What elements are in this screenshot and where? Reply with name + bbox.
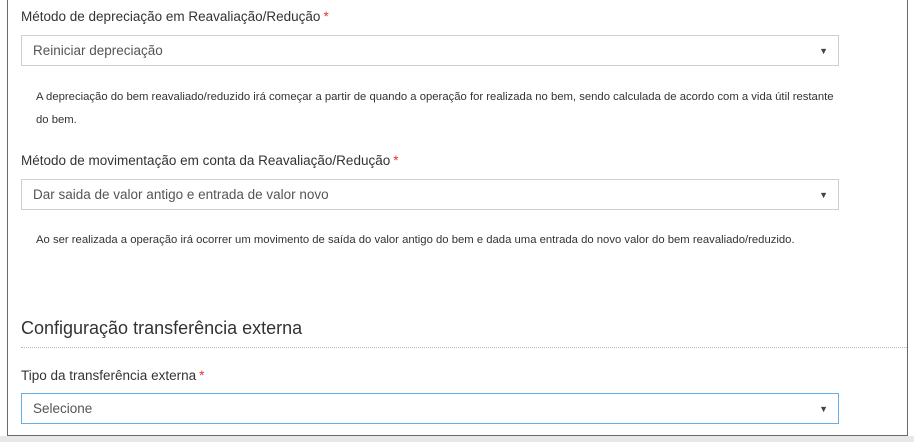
depreciation-method-label: Método de depreciação em Reavaliação/Red… — [21, 9, 329, 24]
required-asterisk: * — [393, 153, 399, 168]
external-transfer-type-value: Selecione — [33, 401, 93, 416]
required-asterisk: * — [199, 368, 205, 383]
caret-down-icon: ▼ — [819, 45, 828, 56]
depreciation-method-value: Reiniciar depreciação — [33, 43, 163, 58]
caret-down-icon: ▼ — [819, 403, 828, 414]
bottom-strip — [0, 436, 914, 442]
depreciation-method-select[interactable]: Reiniciar depreciação ▼ — [21, 35, 839, 66]
section-title: Configuração transferência externa — [21, 318, 303, 338]
required-asterisk: * — [323, 9, 329, 24]
movement-method-select[interactable]: Dar saida de valor antigo e entrada de v… — [21, 179, 839, 210]
movement-method-label: Método de movimentação em conta da Reava… — [21, 153, 399, 168]
external-transfer-type-select[interactable]: Selecione ▼ — [21, 393, 839, 424]
movement-method-value: Dar saida de valor antigo e entrada de v… — [33, 187, 329, 202]
caret-down-icon: ▼ — [819, 189, 828, 200]
section-divider — [21, 347, 907, 348]
movement-method-help: Ao ser realizada a operação irá ocorrer … — [36, 234, 795, 246]
external-transfer-type-label: Tipo da transferência externa * — [21, 368, 205, 383]
form-panel: Método de depreciação em Reavaliação/Red… — [7, 0, 908, 436]
depreciation-method-help: A depreciação do bem reavaliado/reduzido… — [36, 91, 834, 126]
